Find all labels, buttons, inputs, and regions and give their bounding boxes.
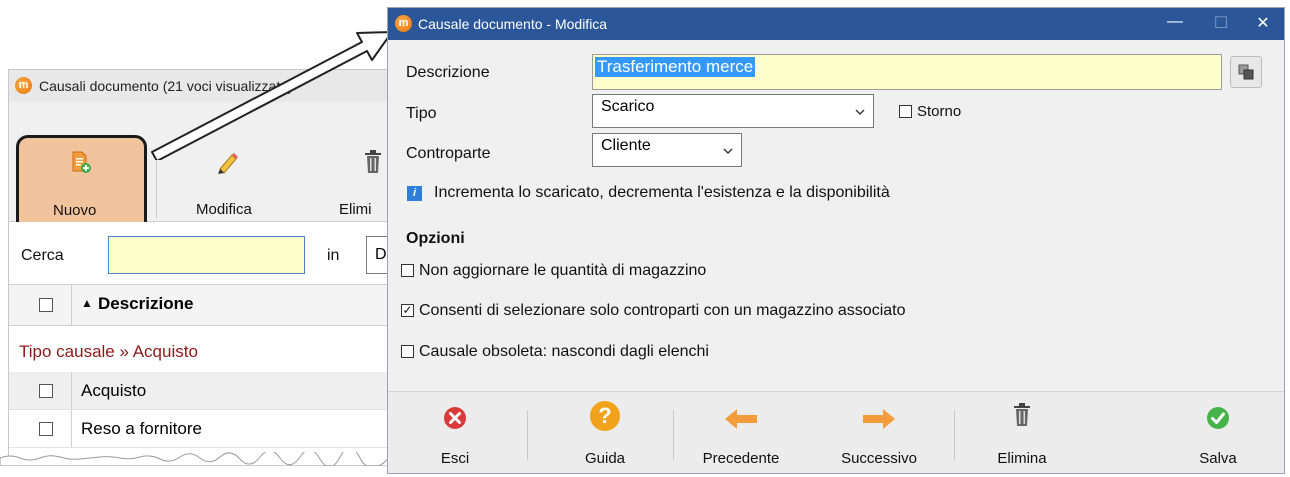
- nuovo-label: Nuovo: [53, 202, 97, 219]
- maximize-button[interactable]: ☐: [1206, 13, 1236, 33]
- modifica-label: Modifica: [196, 201, 252, 218]
- annotation-arrow-icon: [151, 31, 393, 160]
- front-window-titlebar[interactable]: m Causale documento - Modifica — ☐ ✕: [388, 8, 1284, 40]
- grid-column-divider: [71, 285, 72, 325]
- option-checkbox-non-aggiornare[interactable]: [401, 264, 414, 277]
- elimina-label: Elimina: [997, 450, 1047, 467]
- esci-button[interactable]: Esci: [395, 392, 515, 473]
- grid-header-row: ▲ Descrizione: [9, 284, 389, 326]
- option-label-non-aggiornare: Non aggiornare le quantità di magazzino: [419, 262, 707, 279]
- grid-column-divider: [71, 410, 72, 447]
- footer-separator: [527, 410, 528, 460]
- descrizione-value: Trasferimento merce: [595, 57, 756, 77]
- footer-separator: [673, 410, 674, 460]
- help-icon: ?: [590, 401, 620, 431]
- footer-separator: [954, 410, 955, 460]
- svg-text:?: ?: [598, 403, 611, 428]
- search-label: Cerca: [21, 247, 64, 264]
- table-row[interactable]: Acquisto: [9, 372, 389, 410]
- descrizione-input[interactable]: Trasferimento merce: [592, 54, 1222, 90]
- search-bar: Cerca in D: [9, 222, 389, 284]
- salva-label: Salva: [1199, 450, 1237, 467]
- elimina-button[interactable]: Elimina: [962, 392, 1082, 473]
- chevron-down-icon: [723, 148, 733, 154]
- copy-icon: [1238, 64, 1254, 80]
- sort-ascending-icon: ▲: [81, 296, 93, 310]
- app-logo-icon: m: [395, 15, 412, 32]
- storno-checkbox[interactable]: [899, 105, 912, 118]
- chevron-down-icon: [855, 109, 865, 115]
- tipo-value: Scarico: [601, 98, 655, 115]
- search-field-value: D: [375, 246, 387, 263]
- arrow-right-icon: [863, 409, 895, 429]
- precedente-button[interactable]: Precedente: [681, 392, 801, 473]
- controparte-select[interactable]: Cliente: [592, 133, 742, 167]
- storno-label: Storno: [917, 103, 962, 120]
- action-footer: Esci ? Guida Precedente Successivo Elimi…: [388, 391, 1284, 473]
- search-input[interactable]: [108, 236, 305, 274]
- trash-icon: [1014, 403, 1030, 426]
- controparte-label: Controparte: [406, 145, 491, 162]
- checkmark-icon: [1207, 407, 1229, 429]
- info-text: Incrementa lo scaricato, decrementa l'es…: [434, 184, 890, 201]
- arrow-left-icon: [725, 409, 757, 429]
- salva-button[interactable]: Salva: [1158, 392, 1278, 473]
- successivo-button[interactable]: Successivo: [819, 392, 939, 473]
- row-descrizione: Acquisto: [81, 381, 147, 400]
- successivo-label: Successivo: [841, 450, 917, 467]
- front-window-title: Causale documento - Modifica: [418, 16, 608, 32]
- torn-edge-decoration: [0, 452, 390, 466]
- row-checkbox[interactable]: [39, 384, 53, 398]
- column-header-descrizione[interactable]: Descrizione: [98, 294, 193, 314]
- group-header-acquisto: Tipo causale » Acquisto: [19, 342, 198, 361]
- grid-column-divider: [71, 372, 72, 409]
- causale-edit-window: m Causale documento - Modifica — ☐ ✕ Des…: [387, 7, 1285, 474]
- precedente-label: Precedente: [702, 450, 780, 467]
- option-label-obsoleta: Causale obsoleta: nascondi dagli elenchi: [419, 343, 709, 360]
- guida-button[interactable]: ? Guida: [545, 392, 665, 473]
- translate-button[interactable]: [1230, 56, 1262, 88]
- guida-label: Guida: [584, 450, 626, 467]
- search-in-label: in: [327, 247, 340, 264]
- causali-grid: ▲ Descrizione Tipo causale » Acquisto Ac…: [9, 284, 389, 465]
- new-document-icon: [72, 151, 91, 173]
- minimize-button[interactable]: —: [1160, 13, 1190, 31]
- table-row[interactable]: Reso a fornitore: [9, 410, 389, 448]
- tipo-select[interactable]: Scarico: [592, 94, 874, 128]
- row-descrizione: Reso a fornitore: [81, 419, 202, 438]
- app-logo-icon: m: [15, 77, 32, 94]
- option-checkbox-consenti[interactable]: ✓: [401, 304, 414, 317]
- info-icon: i: [407, 186, 422, 201]
- esci-label: Esci: [440, 450, 470, 467]
- descrizione-label: Descrizione: [406, 64, 490, 81]
- exit-icon: [444, 407, 466, 429]
- option-label-consenti: Consenti di selezionare solo controparti…: [419, 302, 906, 319]
- opzioni-title: Opzioni: [406, 230, 465, 247]
- select-all-checkbox[interactable]: [39, 298, 53, 312]
- elimina-label-truncated: Elimi: [339, 201, 372, 218]
- close-button[interactable]: ✕: [1248, 13, 1278, 33]
- option-checkbox-obsoleta[interactable]: [401, 345, 414, 358]
- row-checkbox[interactable]: [39, 422, 53, 436]
- controparte-value: Cliente: [601, 137, 651, 154]
- tipo-label: Tipo: [406, 105, 437, 122]
